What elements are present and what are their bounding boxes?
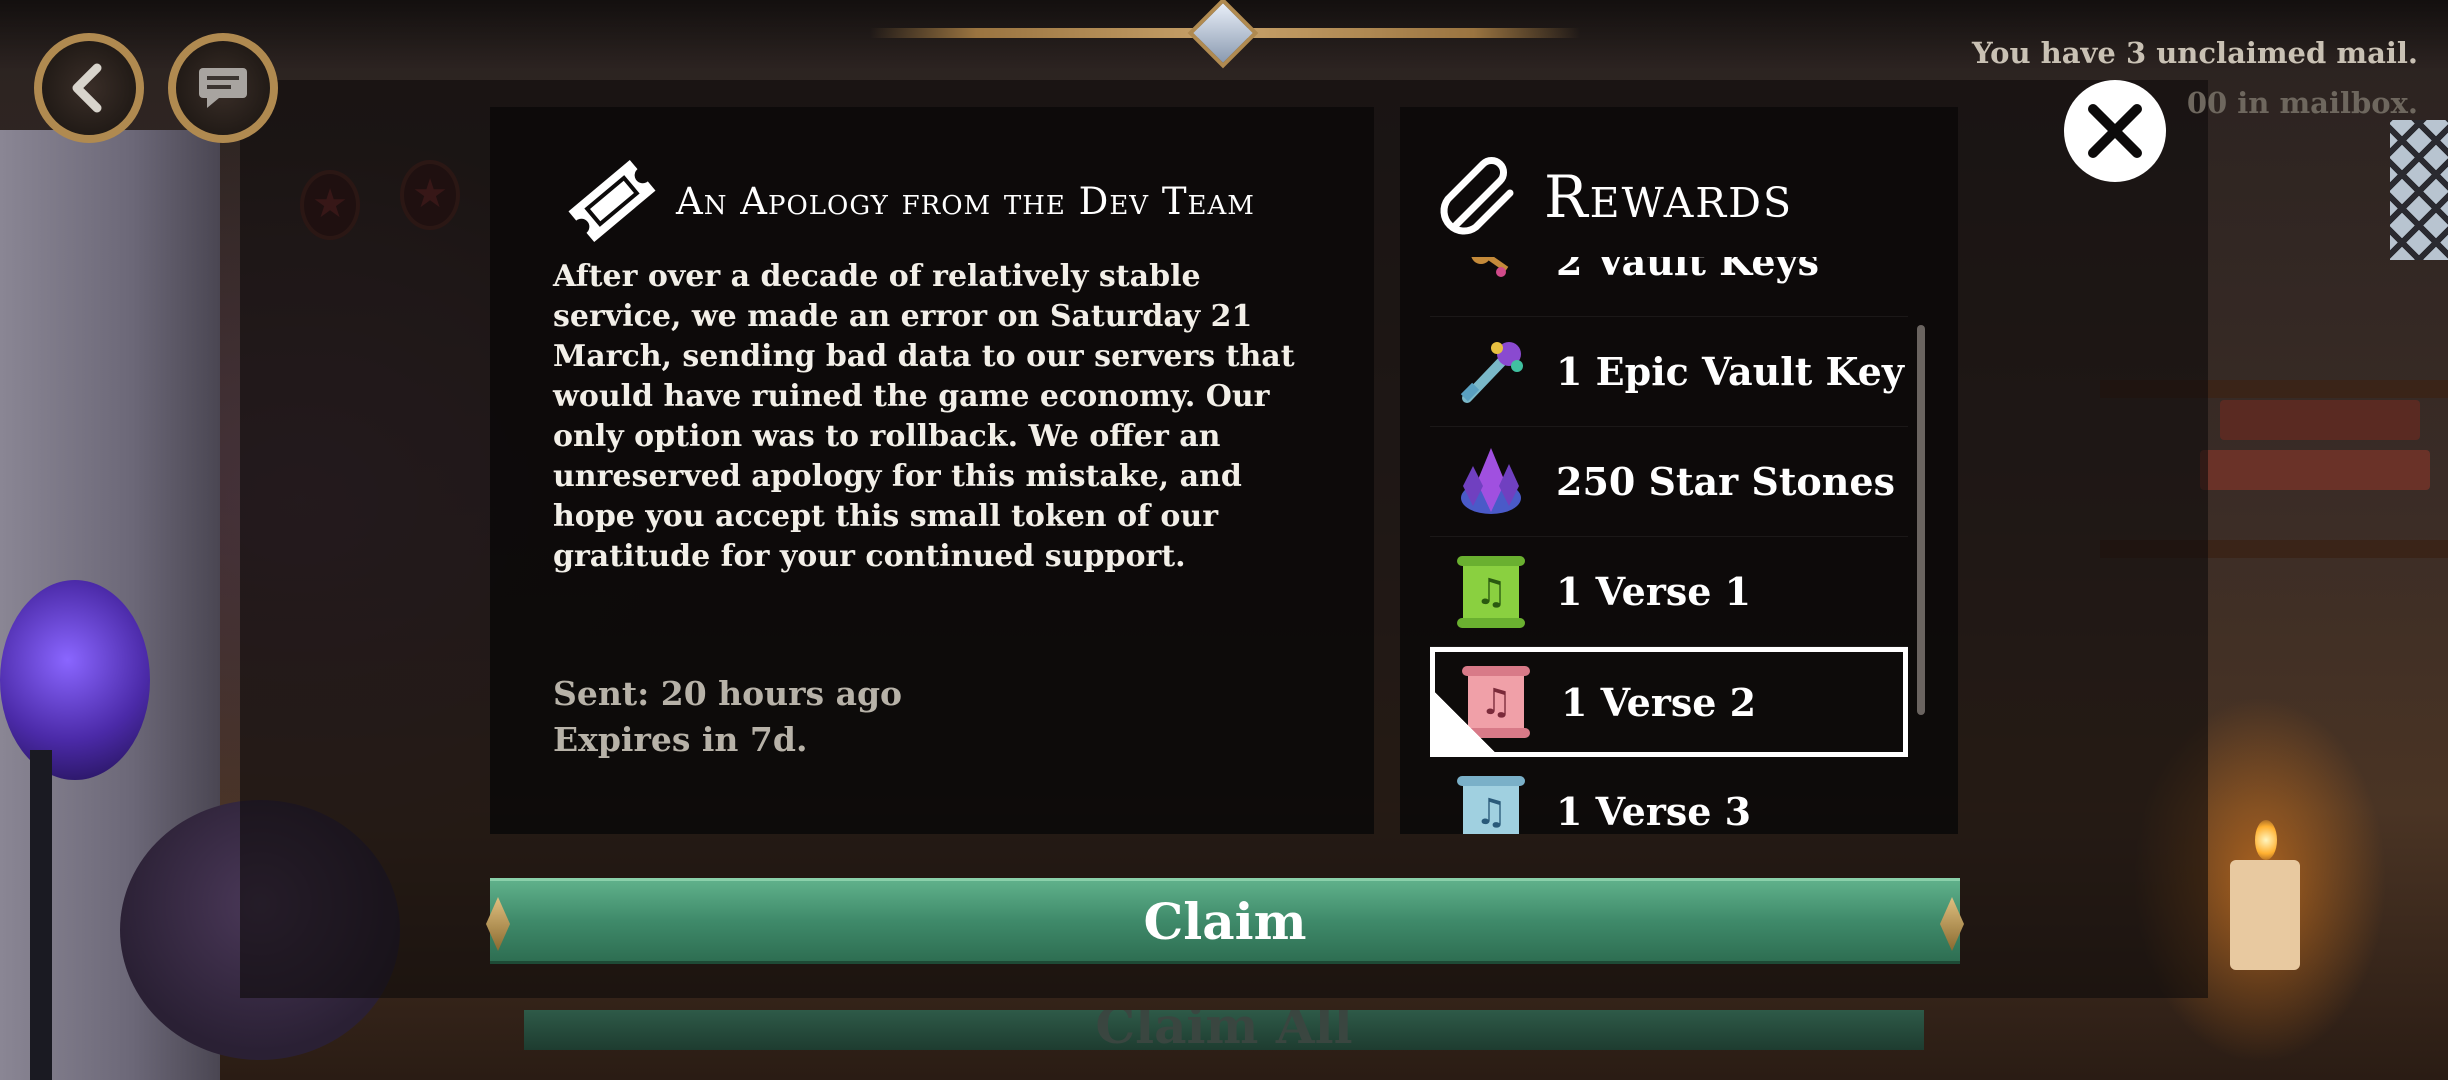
rewards-title: Rewards xyxy=(1544,163,1794,231)
verse-scroll-blue-icon: ♫ xyxy=(1446,767,1536,834)
claim-button-ornament xyxy=(486,897,510,951)
back-button[interactable] xyxy=(34,33,144,143)
mail-status: You have 3 unclaimed mail. 00 in mailbox… xyxy=(1972,28,2418,128)
sent-time: Sent: 20 hours ago xyxy=(553,674,903,713)
chat-icon xyxy=(199,68,247,108)
star-stone-icon xyxy=(1446,437,1536,527)
claim-all-button-label: Claim All xyxy=(1095,1010,1353,1050)
purple-orb-decoration xyxy=(0,580,150,780)
reward-label: 1 Verse 1 xyxy=(1556,569,1752,614)
reward-list-content: 2 Vault Keys 1 Epic Vault Key 250 Star S… xyxy=(1430,257,1908,834)
reward-label: 1 Verse 3 xyxy=(1556,789,1752,834)
reward-label: 250 Star Stones xyxy=(1556,459,1895,504)
reward-item-epic-vault-key[interactable]: 1 Epic Vault Key xyxy=(1430,317,1908,427)
unclaimed-mail-count: You have 3 unclaimed mail. xyxy=(1971,36,2418,70)
reward-list[interactable]: 2 Vault Keys 1 Epic Vault Key 250 Star S… xyxy=(1430,257,1908,834)
book-decoration xyxy=(2200,450,2430,490)
svg-text:♫: ♫ xyxy=(1475,572,1507,613)
rewards-panel: Rewards 2 Vault Keys 1 Epic Vault Key 25… xyxy=(1400,107,1958,834)
epic-vault-key-icon xyxy=(1446,327,1536,417)
claim-button[interactable]: Claim xyxy=(486,878,1964,964)
window-decoration xyxy=(2390,120,2448,260)
message-body: After over a decade of relatively stable… xyxy=(553,259,1295,574)
vault-key-icon xyxy=(1446,257,1536,307)
message-meta: Sent: 20 hours ago Expires in 7d. xyxy=(553,671,902,763)
verse-scroll-green-icon: ♫ xyxy=(1446,547,1536,637)
reward-item-verse-1[interactable]: ♫ 1 Verse 1 xyxy=(1430,537,1908,647)
candle-flame-decoration xyxy=(2255,820,2277,860)
orb-stand-decoration xyxy=(30,750,52,1080)
ticket-icon xyxy=(568,159,656,243)
reward-item-vault-keys[interactable]: 2 Vault Keys xyxy=(1430,257,1908,317)
svg-text:♫: ♫ xyxy=(1475,792,1507,833)
message-panel: An Apology from the Dev Team After over … xyxy=(490,107,1374,834)
expiry-time: Expires in 7d. xyxy=(553,720,808,759)
chevron-left-icon xyxy=(72,63,102,113)
reward-item-star-stones[interactable]: 250 Star Stones xyxy=(1430,427,1908,537)
reward-item-verse-2[interactable]: ♫ 1 Verse 2 xyxy=(1430,647,1908,757)
chat-button[interactable] xyxy=(168,33,278,143)
message-header: An Apology from the Dev Team xyxy=(558,147,1255,255)
svg-text:♫: ♫ xyxy=(1480,682,1512,723)
candle-decoration xyxy=(2230,860,2300,970)
mailbox-count: 00 in mailbox. xyxy=(2186,86,2418,120)
reward-list-scrollbar[interactable] xyxy=(1917,325,1925,715)
verse-scroll-pink-icon: ♫ xyxy=(1451,657,1541,747)
paperclip-icon xyxy=(1440,157,1514,235)
message-title: An Apology from the Dev Team xyxy=(676,179,1255,223)
claim-all-button[interactable]: Claim All xyxy=(524,1010,1924,1050)
close-button[interactable] xyxy=(2064,80,2166,182)
rewards-header: Rewards xyxy=(1430,147,1793,247)
reward-item-verse-3[interactable]: ♫ 1 Verse 3 xyxy=(1430,757,1908,834)
reward-label: 1 Verse 2 xyxy=(1561,679,1757,725)
reward-label: 2 Vault Keys xyxy=(1556,257,1819,284)
reward-label: 1 Epic Vault Key xyxy=(1556,349,1904,394)
book-decoration xyxy=(2220,400,2420,440)
claim-button-label: Claim xyxy=(1143,891,1307,951)
close-icon xyxy=(2088,104,2142,158)
